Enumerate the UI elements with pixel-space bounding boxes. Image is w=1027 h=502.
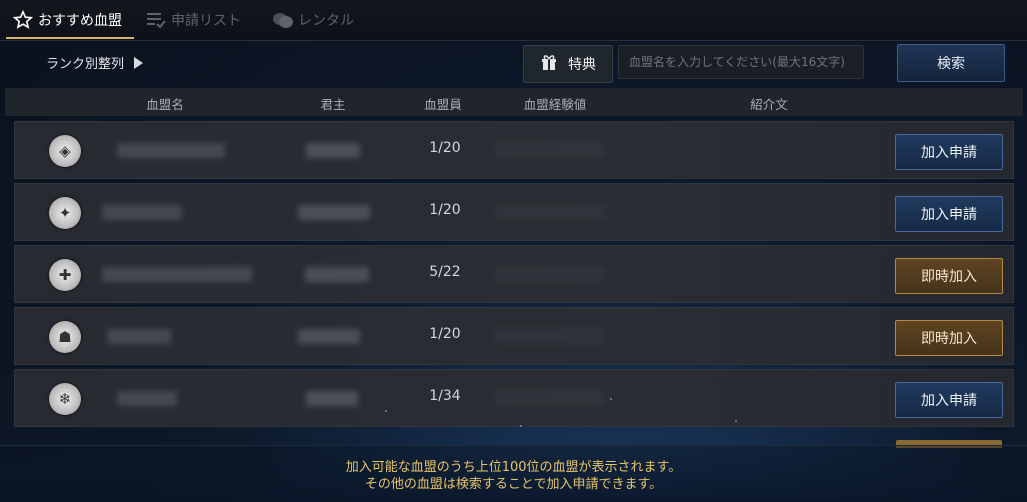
- member-count: 5/22: [429, 264, 461, 280]
- lord-name-obscured: [298, 329, 360, 344]
- instant-join-button[interactable]: 即時加入: [895, 258, 1003, 294]
- star-icon: [12, 9, 34, 31]
- clan-exp-obscured: [495, 266, 605, 282]
- table-row: ✚ 5/22 即時加入: [14, 245, 1014, 303]
- apply-button[interactable]: 加入申請: [895, 134, 1003, 170]
- header-introduction: 紹介文: [750, 97, 788, 112]
- header-clan-exp: 血盟経験値: [523, 97, 587, 112]
- table-row: ✦ 1/20 加入申請: [14, 183, 1014, 241]
- tab-rental[interactable]: レンタル: [272, 0, 354, 40]
- clan-name-obscured: [107, 329, 171, 344]
- clan-exp-obscured: [495, 328, 605, 344]
- search-button[interactable]: 検索: [897, 44, 1005, 82]
- sparkle-decoration: [520, 425, 522, 427]
- sparkle-decoration: [735, 420, 737, 422]
- sparkle-decoration: [610, 398, 612, 400]
- lord-name-obscured: [306, 143, 360, 158]
- header-clan-name: 血盟名: [146, 97, 184, 112]
- rank-sort-label: ランク別整列: [46, 57, 125, 72]
- helmet-crest-icon: ☗: [49, 321, 81, 353]
- lord-name-obscured: [298, 205, 370, 220]
- clan-exp-obscured: [495, 204, 605, 220]
- footer-notice: 加入可能な血盟のうち上位100位の血盟が表示されます。 その他の血盟は検索するこ…: [0, 445, 1027, 502]
- table-row: ❄ 1/34 加入申請: [14, 369, 1014, 427]
- header-members: 血盟員: [424, 97, 462, 112]
- sparkle-decoration: [385, 410, 387, 412]
- play-arrow-icon: [134, 56, 144, 69]
- list-check-icon: [145, 9, 167, 31]
- clan-name-obscured: [117, 391, 177, 406]
- tab-label: レンタル: [298, 13, 354, 29]
- tab-label: おすすめ血盟: [38, 13, 122, 29]
- toolbar: ランク別整列 特典 検索: [0, 41, 1027, 86]
- clan-name-obscured: [117, 143, 225, 158]
- header-lord: 君主: [320, 97, 346, 112]
- snowflake-crest-icon: ❄: [49, 383, 81, 415]
- perk-label: 特典: [568, 57, 596, 73]
- perk-button[interactable]: 特典: [523, 45, 613, 83]
- lord-name-obscured: [305, 267, 369, 282]
- tab-application-list[interactable]: 申請リスト: [145, 0, 241, 40]
- cross-flag-crest-icon: ✚: [49, 259, 81, 291]
- clan-name-obscured: [102, 267, 252, 282]
- table-header: 血盟名 君主 血盟員 血盟経験値 紹介文: [5, 88, 1023, 116]
- member-count: 1/20: [429, 140, 461, 156]
- gift-icon: [540, 53, 558, 75]
- tab-recommended-clans[interactable]: おすすめ血盟: [12, 0, 122, 40]
- instant-join-button[interactable]: 即時加入: [895, 320, 1003, 356]
- coins-icon: [272, 9, 294, 31]
- table-row: ☗ 1/20 即時加入: [14, 307, 1014, 365]
- rank-sort-button[interactable]: ランク別整列: [46, 53, 144, 72]
- member-count: 1/20: [429, 326, 461, 342]
- footer-line-2: その他の血盟は検索することで加入申請できます。: [364, 477, 663, 492]
- apply-button[interactable]: 加入申請: [895, 382, 1003, 418]
- clan-exp-obscured: [495, 142, 605, 158]
- tab-label: 申請リスト: [171, 13, 241, 29]
- clan-exp-obscured: [495, 390, 605, 406]
- table-row: ◈ 1/20 加入申請: [14, 121, 1014, 179]
- clan-search-input[interactable]: [618, 45, 864, 79]
- apply-button[interactable]: 加入申請: [895, 196, 1003, 232]
- lord-name-obscured: [306, 391, 358, 406]
- clan-name-obscured: [102, 205, 182, 220]
- winged-crest-icon: ✦: [49, 197, 81, 229]
- member-count: 1/20: [429, 202, 461, 218]
- member-count: 1/34: [429, 388, 461, 404]
- tab-bar: おすすめ血盟 申請リスト レンタル: [0, 0, 1027, 41]
- shield-crest-icon: ◈: [49, 135, 81, 167]
- active-tab-indicator: [6, 37, 134, 39]
